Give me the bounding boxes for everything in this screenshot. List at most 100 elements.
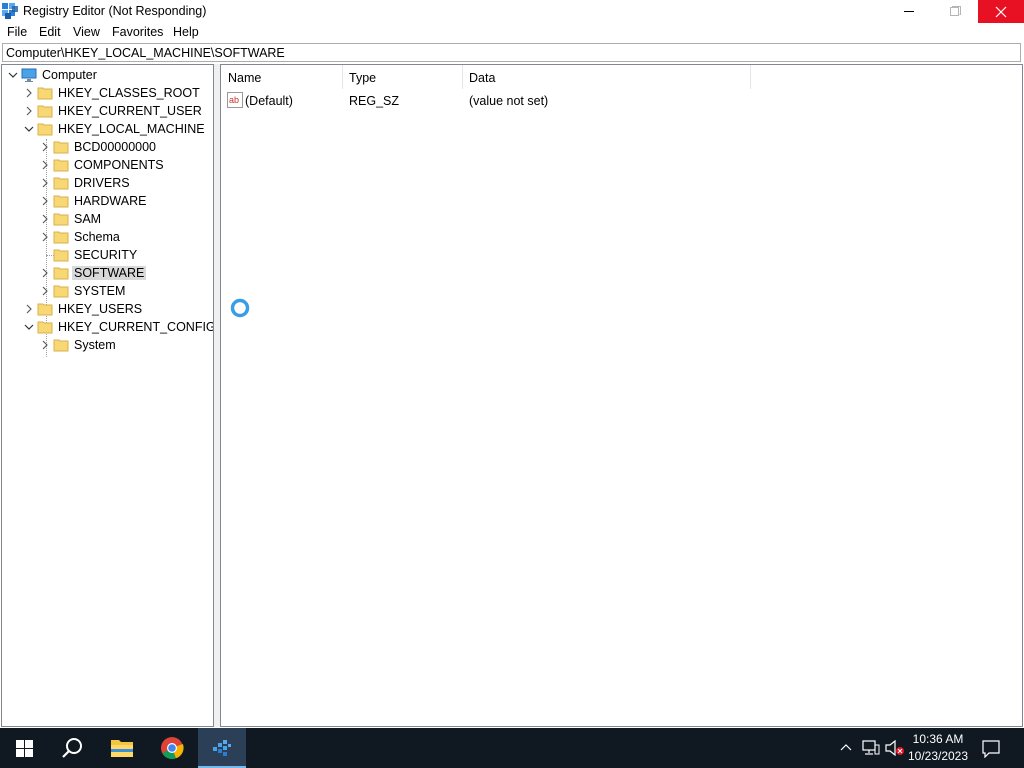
folder-icon [53,249,69,262]
tree-label: DRIVERS [74,176,130,190]
chevron-right-icon[interactable] [40,268,50,278]
values-list[interactable]: Name Type Data ab (Default) REG_SZ (valu… [220,64,1023,727]
tree-node-sam[interactable]: SAM [2,210,213,228]
tree-node-components[interactable]: COMPONENTS [2,156,213,174]
chevron-down-icon[interactable] [24,322,34,332]
tree-label: HKEY_CURRENT_USER [58,104,202,118]
column-header-label: Data [469,71,496,85]
tree-node-hardware[interactable]: HARDWARE [2,192,213,210]
chrome-button[interactable] [148,728,196,768]
search-button[interactable] [48,728,96,768]
network-icon[interactable] [862,740,880,756]
title-bar[interactable]: Registry Editor (Not Responding) [0,0,1024,23]
chevron-down-icon[interactable] [8,70,18,80]
computer-icon [21,68,37,82]
address-path[interactable]: Computer\HKEY_LOCAL_MACHINE\SOFTWARE [6,46,285,60]
folder-icon [53,285,69,298]
tree-node-bcd[interactable]: BCD00000000 [2,138,213,156]
tree-label: Schema [74,230,120,244]
folder-icon [53,177,69,190]
key-tree[interactable]: Computer HKEY_CLASSES_ROOT HKEY_CURRENT_… [1,64,214,727]
minimize-button[interactable] [886,0,932,23]
folder-open-icon [37,321,53,334]
regedit-icon [213,740,231,756]
maximize-button[interactable] [932,0,978,23]
tree-label: HKEY_CURRENT_CONFIG [58,320,214,334]
value-name: (Default) [245,94,293,108]
column-header-type[interactable]: Type [342,65,462,89]
menu-view[interactable]: View [73,25,100,39]
maximize-icon [950,6,961,16]
chevron-right-icon[interactable] [24,304,34,314]
column-header-name[interactable]: Name [221,65,342,89]
tree-node-drivers[interactable]: DRIVERS [2,174,213,192]
tree-label: BCD00000000 [74,140,157,154]
minimize-icon [904,11,914,12]
tree-node-software[interactable]: SOFTWARE [2,264,213,282]
file-explorer-icon [111,740,133,757]
tree-label: HARDWARE [74,194,147,208]
folder-icon [53,213,69,226]
chevron-right-icon[interactable] [40,178,50,188]
folder-icon [37,87,53,100]
tree-label-selected: SOFTWARE [72,266,147,280]
value-type: REG_SZ [349,94,400,108]
close-icon [995,6,1007,18]
tree-node-schema[interactable]: Schema [2,228,213,246]
chevron-down-icon[interactable] [24,124,34,134]
tree-label: HKEY_CLASSES_ROOT [58,86,200,100]
folder-icon [53,231,69,244]
tree-node-hkey-classes-root[interactable]: HKEY_CLASSES_ROOT [2,84,213,102]
chevron-right-icon[interactable] [40,160,50,170]
tree-label: System [74,338,116,352]
registry-editor-window: Registry Editor (Not Responding) File Ed… [0,0,1024,728]
tree-node-hkey-current-config[interactable]: HKEY_CURRENT_CONFIG [2,318,213,336]
taskbar [0,728,1024,768]
file-explorer-button[interactable] [98,728,146,768]
column-header-label: Name [228,71,262,85]
folder-icon [53,141,69,154]
regedit-taskbar-button[interactable] [198,728,246,768]
menu-file[interactable]: File [7,25,27,39]
tree-node-system[interactable]: SYSTEM [2,282,213,300]
regedit-app-icon [2,3,18,19]
chrome-icon [161,737,184,760]
folder-icon [37,303,53,316]
clock-time: 10:36 AM [912,732,964,746]
folder-icon [53,195,69,208]
chevron-right-icon[interactable] [40,196,50,206]
menu-bar: File Edit View Favorites Help [0,23,1024,42]
tree-node-hkey-local-machine[interactable]: HKEY_LOCAL_MACHINE [2,120,213,138]
string-value-icon: ab [227,92,243,108]
menu-favorites[interactable]: Favorites [112,25,163,39]
chevron-right-icon[interactable] [40,286,50,296]
menu-help[interactable]: Help [173,25,199,39]
column-header-label: Type [349,71,377,85]
chevron-right-icon[interactable] [24,106,34,116]
tree-node-config-system[interactable]: System [2,336,213,354]
menu-edit[interactable]: Edit [39,25,61,39]
chevron-right-icon[interactable] [40,142,50,152]
search-icon [62,738,82,758]
taskbar-clock[interactable]: 10:36 AM 10/23/2023 [902,731,974,765]
value-data: (value not set) [469,94,549,108]
column-header-data[interactable]: Data [462,65,750,89]
folder-open-icon [37,123,53,136]
chevron-right-icon[interactable] [40,214,50,224]
tree-node-security[interactable]: SECURITY [2,246,213,264]
value-row[interactable]: ab (Default) REG_SZ (value not set) [221,91,821,109]
chevron-right-icon[interactable] [40,340,50,350]
start-button[interactable] [0,728,48,768]
action-center-button[interactable] [978,736,1004,762]
chevron-right-icon[interactable] [24,88,34,98]
tree-node-hkey-users[interactable]: HKEY_USERS [2,300,213,318]
close-button[interactable] [978,0,1024,23]
tree-label: SECURITY [74,248,138,262]
address-bar[interactable]: Computer\HKEY_LOCAL_MACHINE\SOFTWARE [2,43,1021,62]
column-divider[interactable] [750,65,751,89]
notification-icon [982,740,1000,758]
chevron-right-icon[interactable] [40,232,50,242]
show-hidden-icons-icon[interactable] [840,742,852,754]
tree-node-computer[interactable]: Computer [2,66,213,84]
tree-node-hkey-current-user[interactable]: HKEY_CURRENT_USER [2,102,213,120]
